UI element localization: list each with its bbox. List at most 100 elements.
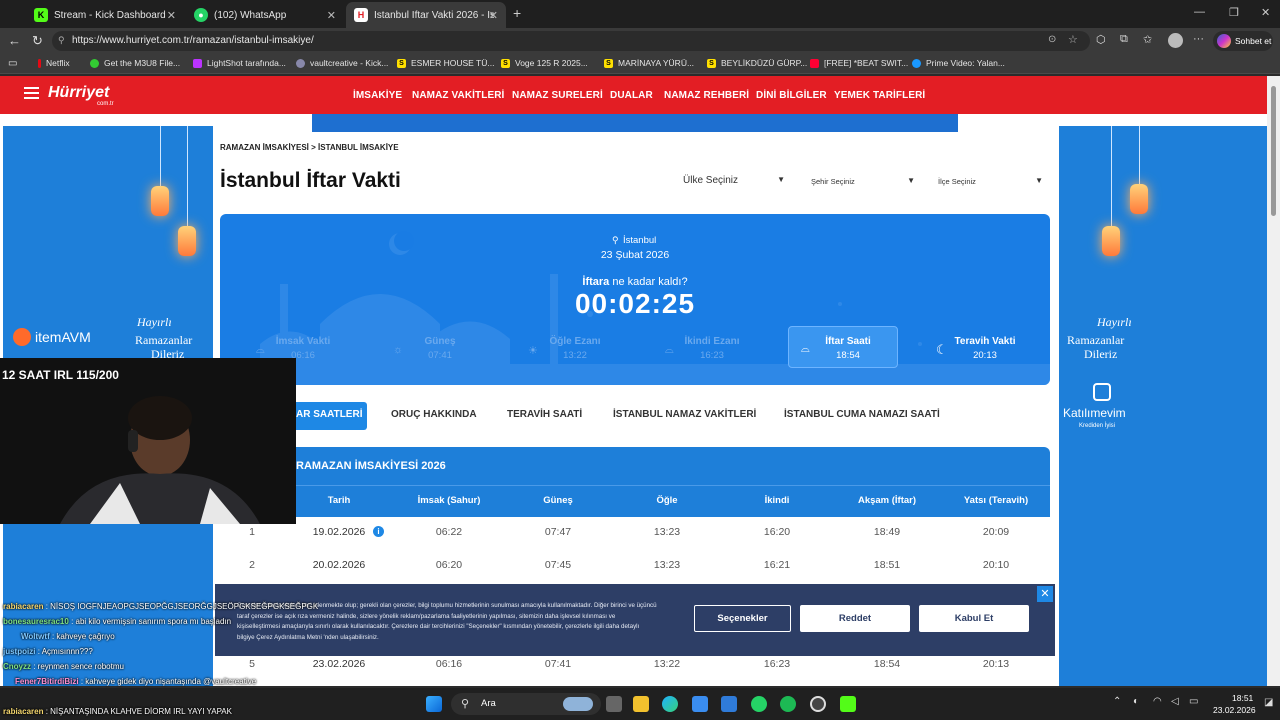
taskbar-search[interactable]: ⚲ Ara [451, 693, 601, 715]
column-header: Yatsı (Teravih) [963, 495, 1029, 506]
start-menu-icon[interactable] [426, 696, 442, 712]
mail-icon[interactable] [721, 696, 737, 712]
favorite-star-icon[interactable]: ☆ [1068, 33, 1078, 46]
extensions-icon[interactable]: ⬡ [1096, 33, 1106, 46]
hamburger-menu-icon[interactable] [24, 87, 39, 89]
close-icon[interactable]: ✕ [489, 9, 498, 22]
kick-icon[interactable] [840, 696, 856, 712]
tray-expand-icon[interactable]: ⌃ [1113, 696, 1121, 707]
nav-namaz-rehberi[interactable]: NAMAZ REHBERİ [664, 90, 749, 101]
nav-imsakiye[interactable]: İMSAKİYE [353, 90, 402, 101]
chat-text: : NİŞANTAŞINDA KLAHVE DİORM IRL YAYI YAP… [45, 707, 232, 716]
weather-widget-icon [563, 697, 593, 711]
spotify-icon[interactable] [780, 696, 796, 712]
task-view-icon[interactable] [606, 696, 622, 712]
bookmark-item[interactable]: [FREE] *BEAT SWIT... [810, 58, 908, 68]
tab-teravih-saati[interactable]: TERAVİH SAATİ [507, 409, 582, 420]
nav-namaz-vakitleri[interactable]: NAMAZ VAKİTLERİ [412, 90, 504, 101]
hero-question-rest: ne kadar kaldı? [609, 276, 688, 288]
back-icon[interactable]: ← [8, 33, 21, 48]
ad-greeting: Hayırlı [1097, 315, 1132, 329]
copilot-button[interactable]: Sohbet et [1213, 31, 1273, 51]
chat-message: Cnoyzz : reynmen sence robotmu [3, 662, 124, 671]
bookmarks-folder-icon[interactable]: ▭ [8, 58, 17, 69]
right-side-ad[interactable]: Hayırlı Ramazanlar Dileriz Katılımevim K… [1059, 126, 1267, 686]
lightshot-icon [193, 58, 202, 68]
city-select[interactable]: Şehir Seçiniz ▼ [811, 176, 915, 186]
bookmark-item[interactable]: LightShot tarafında... [193, 58, 286, 68]
obs-icon[interactable] [810, 696, 826, 712]
chat-text: : reynmen sence robotmu [33, 662, 124, 671]
close-icon[interactable]: ✕ [167, 9, 176, 22]
tab-namaz-vakitleri[interactable]: İSTANBUL NAMAZ VAKİTLERİ [613, 409, 756, 420]
chat-text: : abi kilo vermişsin sanırım spora mı ba… [71, 617, 232, 626]
favorites-icon[interactable]: ✩ [1143, 33, 1152, 46]
maximize-icon[interactable]: ❐ [1229, 6, 1239, 19]
itemavm-logo-icon [13, 328, 31, 346]
nav-namaz-sureleri[interactable]: NAMAZ SURELERİ [512, 90, 603, 101]
store-icon[interactable] [692, 696, 708, 712]
nav-dini-bilgiler[interactable]: DİNİ BİLGİLER [756, 90, 827, 101]
bookmark-item[interactable]: S ESMER HOUSE TÜ... [397, 58, 494, 68]
scroll-thumb[interactable] [1271, 86, 1276, 216]
close-window-icon[interactable]: ✕ [1261, 6, 1270, 19]
close-icon[interactable]: ✕ [1037, 586, 1053, 602]
profile-avatar[interactable] [1168, 33, 1183, 48]
location-pin-icon: ⚲ [612, 235, 619, 245]
countdown-timer: 00:02:25 [574, 288, 696, 319]
tab-oruc-hakkinda[interactable]: ORUÇ HAKKINDA [391, 409, 477, 420]
sun-icon: ☀ [528, 345, 538, 357]
refresh-icon[interactable]: ↻ [32, 33, 43, 49]
tray-app-icon[interactable]: ◐ [1133, 696, 1139, 707]
district-select[interactable]: İlçe Seçiniz ▼ [938, 176, 1043, 186]
table-cell: 20:13 [982, 658, 1010, 670]
battery-icon[interactable]: ▭ [1189, 696, 1198, 707]
table-cell: 13:23 [653, 559, 681, 571]
wifi-icon[interactable]: ◠ [1153, 696, 1162, 707]
hero-question: İftara ne kadar kaldı? [220, 276, 1050, 288]
bookmark-item[interactable]: Prime Video: Yalan... [912, 58, 1005, 68]
edge-icon[interactable] [662, 696, 678, 712]
cookie-reject-button[interactable]: Reddet [800, 605, 910, 632]
site-info-icon[interactable]: ⚲ [58, 35, 65, 46]
breadcrumb[interactable]: RAMAZAN İMSAKİYESİ > İSTANBUL İMSAKİYE [220, 143, 399, 152]
nav-dualar[interactable]: DUALAR [610, 90, 653, 101]
page-scrollbar[interactable] [1267, 76, 1280, 686]
site-logo-sub: com.tr [97, 101, 114, 107]
info-icon[interactable]: i [373, 526, 384, 537]
notification-icon[interactable]: ◪ [1264, 697, 1273, 708]
clock-time[interactable]: 18:51 [1232, 693, 1253, 703]
tab-hurriyet[interactable]: H İstanbul İftar Vakti 2026 - İstanbul ✕ [346, 2, 506, 28]
ad-greeting: Ramazanlar [135, 333, 193, 347]
bookmark-item[interactable]: Get the M3U8 File... [90, 58, 180, 68]
country-select[interactable]: Ülke Seçiniz ▼ [683, 175, 789, 186]
minimize-icon[interactable]: — [1194, 6, 1205, 18]
file-explorer-icon[interactable] [633, 696, 649, 712]
clock-date[interactable]: 23.02.2026 [1213, 705, 1256, 715]
split-screen-icon[interactable]: ⧉ [1120, 33, 1128, 46]
cookie-options-button[interactable]: Seçenekler [694, 605, 791, 632]
close-icon[interactable]: ✕ [327, 9, 336, 22]
site-header: Hürriyet com.tr İMSAKİYE NAMAZ VAKİTLERİ… [0, 76, 1267, 114]
bookmark-item[interactable]: Netflix [38, 58, 70, 68]
top-banner-ad[interactable] [312, 114, 958, 132]
bookmark-item[interactable]: S BEYLİKDÜZÜ GÜRP... [707, 58, 807, 68]
new-tab-icon[interactable]: + [513, 5, 521, 21]
sunset-icon: ⌓ [801, 343, 810, 355]
cookie-accept-button[interactable]: Kabul Et [919, 605, 1029, 632]
tab-cuma-namazi[interactable]: İSTANBUL CUMA NAMAZI SAATİ [784, 409, 940, 420]
table-cell: 07:47 [544, 526, 572, 538]
site-logo[interactable]: Hürriyet [48, 84, 109, 102]
bookmark-item[interactable]: vaultcreative - Kick... [296, 58, 388, 68]
reader-icon[interactable]: ⊙ [1048, 34, 1056, 45]
bookmark-item[interactable]: S Voge 125 R 2025... [501, 58, 588, 68]
volume-icon[interactable]: ◁ [1171, 696, 1179, 707]
tab-kick[interactable]: K Stream - Kick Dashboard ✕ [26, 2, 184, 28]
url-field[interactable]: ⚲ https://www.hurriyet.com.tr/ramazan/is… [52, 31, 1090, 51]
bookmark-item[interactable]: S MARİNAYA YÜRÜ... [604, 58, 694, 68]
nav-yemek-tarifleri[interactable]: YEMEK TARİFLERİ [834, 90, 925, 101]
whatsapp-icon[interactable] [751, 696, 767, 712]
lantern-icon [1102, 226, 1120, 256]
tab-whatsapp[interactable]: ● (102) WhatsApp ✕ [186, 2, 344, 28]
more-menu-icon[interactable]: ··· [1193, 33, 1204, 45]
